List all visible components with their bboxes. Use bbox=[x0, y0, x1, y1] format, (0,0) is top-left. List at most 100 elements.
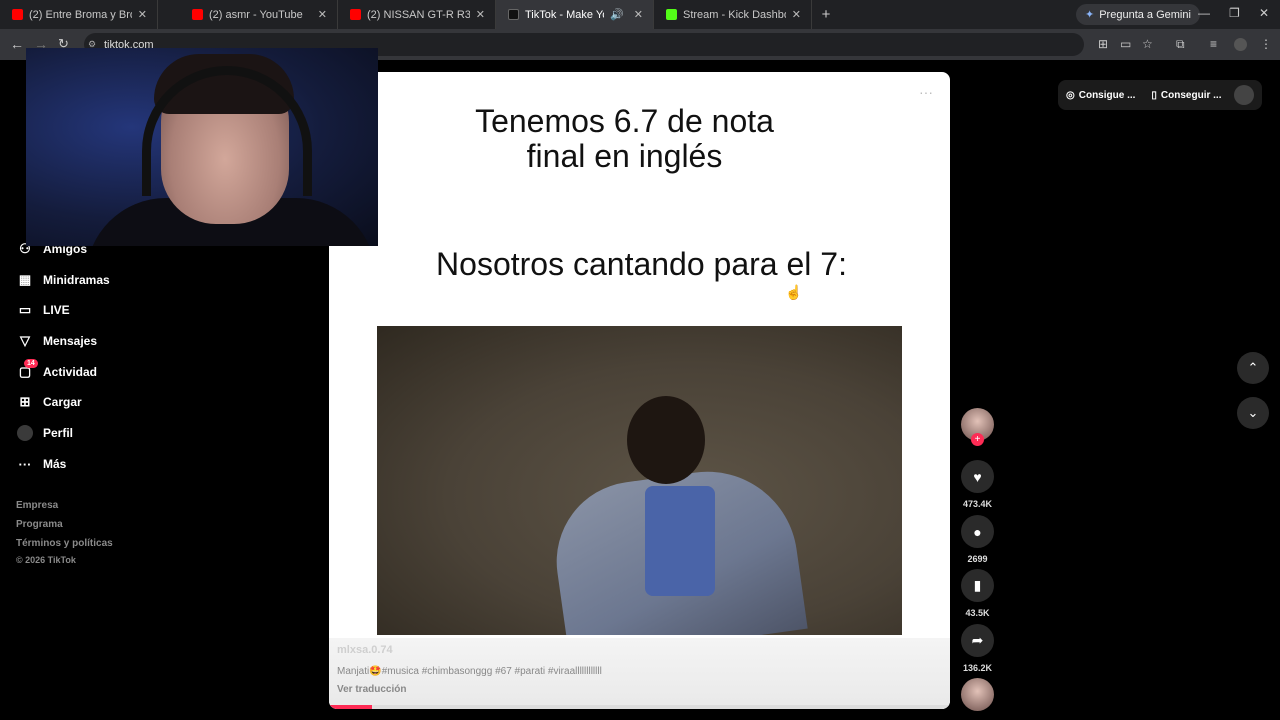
previous-video-button[interactable]: ⌃ bbox=[1237, 352, 1269, 384]
kick-icon bbox=[666, 9, 677, 20]
creator-avatar: + bbox=[961, 408, 994, 446]
sidebar-item-cargar[interactable]: ⊞ Cargar bbox=[16, 393, 82, 411]
copyright: © 2026 TikTok bbox=[16, 555, 76, 565]
translate-icon[interactable]: ⊞ bbox=[1098, 37, 1108, 51]
new-tab-button[interactable]: + bbox=[812, 6, 840, 23]
tab-nissan[interactable]: (2) NISSAN GT-R R35 BLACK ED ✕ bbox=[338, 0, 496, 29]
follow-plus-icon[interactable]: + bbox=[971, 433, 984, 446]
like-button[interactable]: ♥ 473.4K bbox=[961, 460, 994, 509]
get-app-button[interactable]: ▯ Conseguir ... bbox=[1143, 90, 1229, 101]
video-frame-image bbox=[377, 326, 902, 635]
video-overlay-text-top: Tenemos 6.7 de nota final en inglés bbox=[475, 103, 774, 174]
tiktok-icon bbox=[508, 9, 519, 20]
creator-avatar-button[interactable]: + bbox=[961, 408, 994, 446]
sidebar-item-label: Mensajes bbox=[43, 334, 98, 348]
like-count: 473.4K bbox=[962, 499, 993, 509]
sidebar-item-mensajes[interactable]: ▽ Mensajes bbox=[16, 332, 97, 350]
notification-badge: 14 bbox=[24, 359, 38, 368]
top-right-actions: ◎ Consigue ... ▯ Conseguir ... bbox=[1058, 80, 1262, 110]
share-icon: ➦ bbox=[961, 624, 994, 657]
activity-icon: ▢ 14 bbox=[16, 359, 38, 381]
translate-link[interactable]: Ver traducción bbox=[337, 684, 406, 695]
video-overlay-text-mid: Nosotros cantando para el 7: bbox=[436, 246, 847, 282]
sidebar-item-perfil[interactable]: Perfil bbox=[16, 424, 73, 442]
close-icon[interactable]: ✕ bbox=[634, 8, 643, 21]
footer-link-programa[interactable]: Programa bbox=[16, 519, 63, 530]
sidebar-item-minidramas[interactable]: ▦ Minidramas bbox=[16, 271, 110, 289]
tab-title: (2) Entre Broma y Broma | Pasto bbox=[29, 8, 132, 21]
comment-icon: ● bbox=[961, 515, 994, 548]
chevron-down-icon: ⌄ bbox=[1247, 405, 1259, 420]
comment-count: 2699 bbox=[967, 554, 988, 564]
live-icon: ▭ bbox=[18, 302, 32, 317]
video-progress-bar[interactable] bbox=[329, 705, 950, 709]
minimize-icon[interactable]: — bbox=[1198, 6, 1210, 20]
share-button[interactable]: ➦ 136.2K bbox=[961, 624, 994, 673]
tab-title: Stream - Kick Dashboard bbox=[683, 8, 786, 21]
more-options-icon[interactable]: ··· bbox=[919, 84, 933, 100]
profile-avatar[interactable] bbox=[1234, 38, 1247, 51]
tab-kick[interactable]: Stream - Kick Dashboard ✕ bbox=[654, 0, 812, 29]
chevron-up-icon: ⌃ bbox=[1247, 360, 1259, 375]
footer-link-empresa[interactable]: Empresa bbox=[16, 500, 58, 511]
get-app-label: Conseguir ... bbox=[1160, 89, 1222, 101]
save-button[interactable]: ▮ 43.5K bbox=[961, 569, 994, 618]
webcam-overlay bbox=[26, 48, 378, 246]
footer-link-terminos[interactable]: Términos y políticas bbox=[16, 538, 113, 549]
heart-icon: ♥ bbox=[961, 460, 994, 493]
get-coins-button[interactable]: ◎ Consigue ... bbox=[1058, 90, 1143, 101]
gemini-button[interactable]: ✦ Pregunta a Gemini bbox=[1076, 4, 1200, 25]
film-icon: ▦ bbox=[18, 272, 32, 287]
video-author[interactable]: mlxsa.0.74 bbox=[337, 644, 393, 656]
video-player[interactable]: ··· Tenemos 6.7 de nota final en inglés … bbox=[329, 72, 950, 709]
send-icon: ▽ bbox=[20, 333, 30, 348]
sidebar-item-mas[interactable]: ··· Más bbox=[16, 455, 67, 473]
bookmark-star-icon[interactable]: ☆ bbox=[1142, 37, 1153, 51]
bookmark-icon: ▮ bbox=[961, 569, 994, 602]
more-icon: ··· bbox=[18, 456, 32, 472]
tab-asmr[interactable]: (2) asmr - YouTube ✕ bbox=[180, 0, 338, 29]
close-icon[interactable]: ✕ bbox=[138, 8, 147, 21]
sound-button[interactable] bbox=[961, 678, 994, 711]
profile-avatar bbox=[16, 424, 34, 442]
sidebar-item-actividad[interactable]: ▢ 14 Actividad bbox=[16, 359, 98, 381]
tab-title: (2) NISSAN GT-R R35 BLACK ED bbox=[367, 8, 470, 21]
sidebar-item-live[interactable]: ▭ LIVE bbox=[16, 301, 70, 319]
comment-button[interactable]: ● 2699 bbox=[961, 515, 994, 564]
user-avatar[interactable] bbox=[1234, 85, 1254, 105]
upload-icon: ⊞ bbox=[19, 394, 31, 409]
video-description: Manjati🤩#musica #chimbasonggg #67 #parat… bbox=[337, 666, 602, 677]
gemini-label: Pregunta a Gemini bbox=[1099, 8, 1191, 21]
tab-title: (2) asmr - YouTube bbox=[209, 8, 303, 21]
youtube-icon bbox=[350, 9, 361, 20]
tab-tiktok[interactable]: TikTok - Make Your Day 🔊 ✕ bbox=[496, 0, 654, 29]
tab-title: TikTok - Make Your Day bbox=[525, 8, 604, 21]
window-close-icon[interactable]: ✕ bbox=[1259, 6, 1269, 20]
phone-icon: ▯ bbox=[1151, 89, 1157, 101]
get-coins-label: Consigue ... bbox=[1078, 89, 1136, 101]
restore-icon[interactable]: ❐ bbox=[1229, 6, 1240, 20]
media-icon[interactable]: ≡ bbox=[1210, 37, 1217, 51]
extensions-icon[interactable]: ⧉ bbox=[1176, 37, 1185, 52]
person-head bbox=[627, 396, 705, 484]
music-disc-icon bbox=[961, 678, 994, 711]
next-video-button[interactable]: ⌄ bbox=[1237, 397, 1269, 429]
speaker-icon[interactable]: 🔊 bbox=[610, 8, 624, 21]
back-icon[interactable]: ← bbox=[10, 36, 24, 52]
hand-cursor-icon: ☝ bbox=[785, 284, 803, 300]
cast-icon[interactable]: ▭ bbox=[1120, 37, 1131, 51]
sidebar-item-label: Más bbox=[43, 457, 67, 471]
tab-entre-broma[interactable]: (2) Entre Broma y Broma | Pasto ✕ bbox=[0, 0, 158, 29]
sidebar-item-label: Minidramas bbox=[43, 273, 110, 287]
close-icon[interactable]: ✕ bbox=[792, 8, 801, 21]
menu-kebab-icon[interactable]: ⋮ bbox=[1260, 37, 1272, 51]
close-icon[interactable]: ✕ bbox=[318, 8, 327, 21]
sidebar-item-label: Actividad bbox=[43, 365, 98, 379]
close-icon[interactable]: ✕ bbox=[476, 8, 485, 21]
person-shirt bbox=[645, 486, 715, 596]
share-count: 136.2K bbox=[962, 663, 993, 673]
progress-fill bbox=[329, 705, 373, 709]
youtube-icon bbox=[12, 9, 23, 20]
coin-icon: ◎ bbox=[1066, 89, 1075, 101]
sidebar-item-label: Perfil bbox=[43, 426, 74, 440]
